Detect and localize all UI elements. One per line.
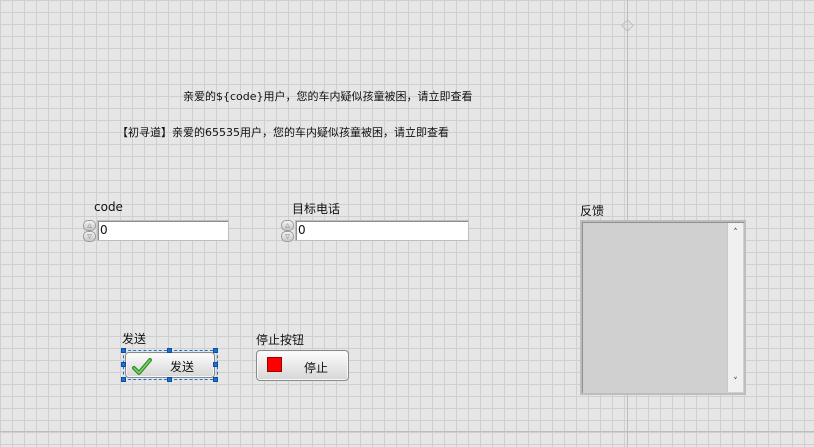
resize-handle[interactable]	[213, 362, 218, 367]
code-label: code	[94, 200, 123, 214]
code-numeric-control: △ ▽ 0	[83, 220, 229, 242]
send-button-text: 发送	[170, 360, 195, 374]
resize-handle[interactable]	[121, 362, 126, 367]
send-label: 发送	[122, 332, 147, 346]
feedback-scrollbar[interactable]: ˄ ˅	[727, 223, 743, 392]
canvas-origin-marker	[621, 19, 634, 32]
stop-button-text: 停止	[304, 361, 329, 375]
resize-handle[interactable]	[121, 377, 126, 382]
phone-numeric-control: △ ▽ 0	[281, 220, 469, 242]
code-decrement-button[interactable]: ▽	[83, 231, 96, 242]
phone-input[interactable]: 0	[295, 220, 469, 241]
send-button[interactable]: 发送	[125, 352, 215, 378]
check-icon	[132, 358, 152, 375]
phone-label: 目标电话	[292, 202, 341, 216]
result-text: 【初寻道】亲爱的65535用户，您的车内疑似孩童被困，请立即查看	[117, 126, 449, 139]
phone-spinner: △ ▽	[281, 220, 294, 242]
resize-handle[interactable]	[213, 377, 218, 382]
stop-button[interactable]: 停止	[256, 350, 349, 381]
stop-label: 停止按钮	[256, 333, 305, 347]
code-input[interactable]: 0	[97, 220, 229, 241]
code-increment-button[interactable]: △	[83, 220, 96, 231]
scroll-down-icon[interactable]: ˅	[728, 375, 743, 389]
resize-handle[interactable]	[167, 348, 172, 353]
resize-handle[interactable]	[121, 348, 126, 353]
resize-handle[interactable]	[167, 377, 172, 382]
canvas-guide-horizontal	[0, 431, 814, 432]
phone-increment-button[interactable]: △	[281, 220, 294, 231]
stop-icon	[267, 357, 282, 372]
scroll-up-icon[interactable]: ˄	[728, 226, 743, 240]
template-text: 亲爱的${code}用户，您的车内疑似孩童被困，请立即查看	[183, 90, 473, 103]
feedback-indicator: ˄ ˅	[580, 220, 746, 395]
feedback-label: 反馈	[580, 204, 605, 218]
resize-handle[interactable]	[213, 348, 218, 353]
code-spinner: △ ▽	[83, 220, 96, 242]
phone-decrement-button[interactable]: ▽	[281, 231, 294, 242]
